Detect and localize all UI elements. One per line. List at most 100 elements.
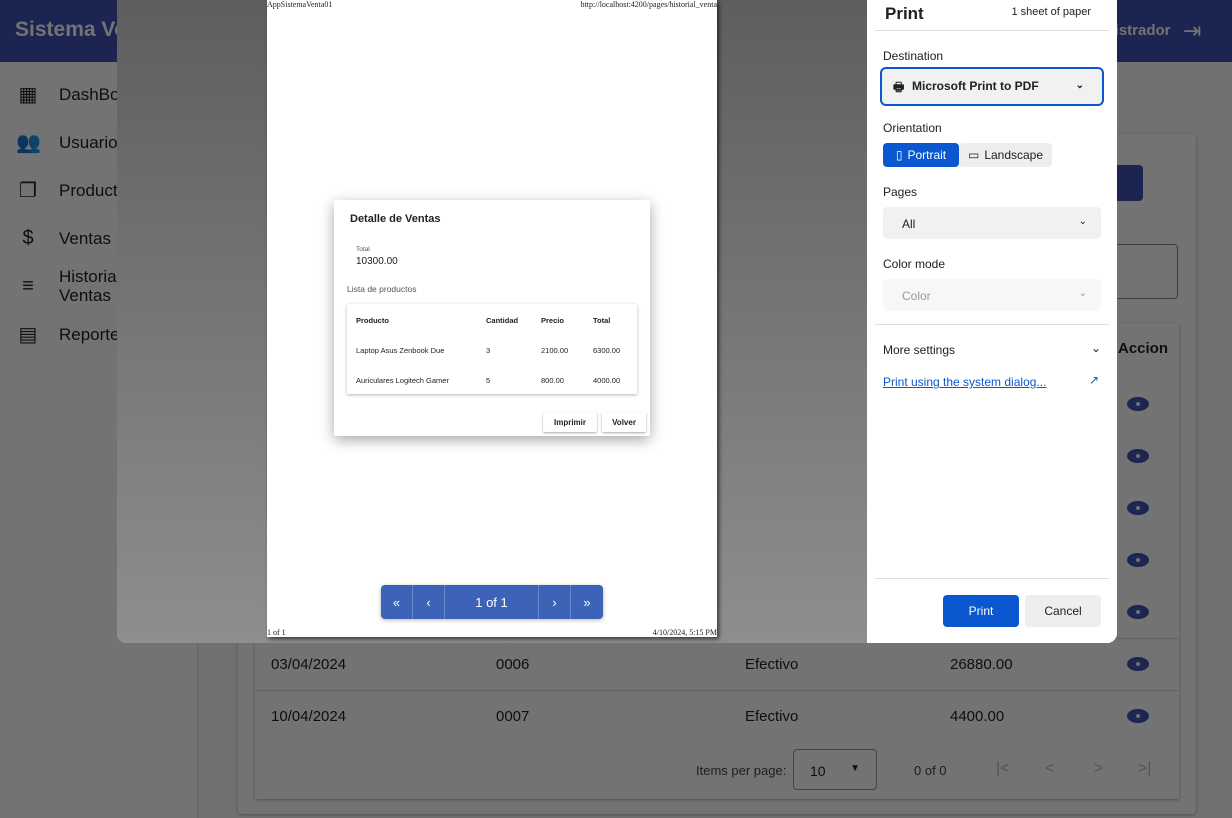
cell-number: 0007 [496,708,530,725]
destination-select[interactable]: 🖶 Microsoft Print to PDF ⌄ [880,67,1104,106]
people-icon: 👥 [16,131,41,154]
cell: 800.00 [541,376,564,385]
cell: 6300.00 [593,346,621,355]
divider [875,324,1109,325]
logout-icon[interactable]: ⇥ [1183,18,1201,44]
cell-total: 4400.00 [950,708,1005,725]
eye-icon[interactable] [1127,501,1149,515]
print-settings-panel: Print 1 sheet of paper Destination 🖶 Mic… [867,0,1117,643]
page-range: 0 of 0 [914,763,947,778]
items-per-page-value: 10 [810,763,826,779]
cell: Auriculares Logitech Gamer [356,376,449,385]
color-mode-select[interactable]: Color ⌄ [883,279,1101,311]
items-per-page-select[interactable]: 10 ▼ [793,749,877,790]
preview-page-nav: « ‹ 1 of 1 › » [381,585,603,619]
portrait-icon: ▯ [895,148,903,162]
sidebar-item-label: Ventas [59,228,111,248]
eye-icon[interactable] [1127,605,1149,619]
sale-detail-modal: Detalle de Ventas Total 10300.00 Lista d… [334,200,650,436]
page-footer-left: 1 of 1 [267,628,286,637]
print-title: Print [885,4,924,23]
first-page-icon[interactable]: |< [996,760,1010,778]
next-page-icon[interactable]: > [1094,760,1103,778]
library-icon: ❐ [19,179,37,202]
dashboard-icon: ▦ [18,83,38,106]
eye-icon[interactable] [1127,553,1149,567]
prev-page-icon[interactable]: < [1045,760,1054,778]
column-header: Cantidad [486,316,519,325]
landscape-icon: ▭ [967,148,980,162]
volver-button[interactable]: Volver [602,412,646,432]
printer-icon: 🖶 [893,80,905,94]
portrait-button[interactable]: ▯ Portrait [883,143,959,167]
column-header: Total [593,316,611,325]
chevron-down-icon: ⌄ [1078,288,1087,299]
eye-icon[interactable] [1127,709,1149,723]
more-settings-label: More settings [883,343,956,357]
pages-label: Pages [883,185,918,199]
page-footer-right: 4/10/2024, 5:15 PM [652,628,717,637]
table-row: 10/04/2024 0007 Efectivo 4400.00 [255,690,1179,742]
column-header: Precio [541,316,564,325]
prev-page-icon[interactable]: ‹ [413,585,445,619]
chevron-down-icon: ⌄ [1078,216,1087,227]
divider [875,578,1109,579]
dropdown-arrow-icon: ▼ [850,763,860,774]
landscape-button[interactable]: ▭ Landscape [959,143,1052,167]
portrait-label: Portrait [907,148,947,162]
modal-title: Detalle de Ventas [350,213,441,225]
filter-input[interactable] [1110,244,1178,299]
orientation-label: Orientation [883,121,942,135]
cell-payment: Efectivo [745,708,799,725]
cell-date: 10/04/2024 [271,708,347,725]
chevron-down-icon: ⌄ [1075,80,1084,91]
cell: 2100.00 [541,346,569,355]
items-per-page-label: Items per page: [696,763,787,778]
cell-total: 26880.00 [950,656,1013,673]
preview-page: AppSistemaVenta01 http://localhost:4200/… [267,0,717,637]
page-header-left: AppSistemaVenta01 [267,0,333,9]
cell: 4000.00 [593,376,621,385]
cell: Laptop Asus Zenbook Due [356,346,445,355]
column-header-accion: Accion [1118,340,1169,357]
more-settings-toggle[interactable]: More settings ⌄ [883,341,1101,357]
destination-label: Destination [883,49,944,63]
cell: 3 [486,346,491,355]
system-dialog-link[interactable]: Print using the system dialog... [883,375,1046,389]
page-header-right: http://localhost:4200/pages/historial_ve… [580,0,717,9]
print-button[interactable]: Print [943,595,1019,627]
receipt-icon: ▤ [18,323,38,346]
eye-icon[interactable] [1127,397,1149,411]
cell-number: 0006 [496,656,530,673]
total-value: 10300.00 [356,256,398,267]
print-dialog: AppSistemaVenta01 http://localhost:4200/… [117,0,1117,643]
cell: 5 [486,376,491,385]
pages-value: All [902,217,916,231]
imprimir-button[interactable]: Imprimir [543,412,597,432]
edit-note-icon: ≡ [22,274,34,297]
chevron-down-icon: ⌄ [1090,341,1101,355]
next-page-icon[interactable]: › [539,585,571,619]
cancel-button[interactable]: Cancel [1025,595,1101,627]
landscape-label: Landscape [984,148,1044,162]
first-page-icon[interactable]: « [381,585,413,619]
color-mode-value: Color [902,289,931,303]
table-row: 03/04/2024 0006 Efectivo 26880.00 [255,638,1179,690]
eye-icon[interactable] [1127,449,1149,463]
sheet-count: 1 sheet of paper [1011,6,1091,18]
cell-date: 03/04/2024 [271,656,347,673]
column-header: Producto [356,316,389,325]
print-preview: AppSistemaVenta01 http://localhost:4200/… [117,0,867,643]
pages-select[interactable]: All ⌄ [883,207,1101,239]
total-label: Total [356,246,370,253]
last-page-icon[interactable]: » [571,585,603,619]
eye-icon[interactable] [1127,657,1149,671]
color-mode-label: Color mode [883,257,946,271]
open-external-icon: ↗ [1089,373,1100,387]
destination-value: Microsoft Print to PDF [912,79,1039,93]
product-table: Producto Cantidad Precio Total Laptop As… [347,304,637,394]
last-page-icon[interactable]: >| [1138,760,1152,778]
divider [875,30,1109,31]
page-indicator: 1 of 1 [445,585,539,619]
product-list-label: Lista de productos [347,284,417,294]
